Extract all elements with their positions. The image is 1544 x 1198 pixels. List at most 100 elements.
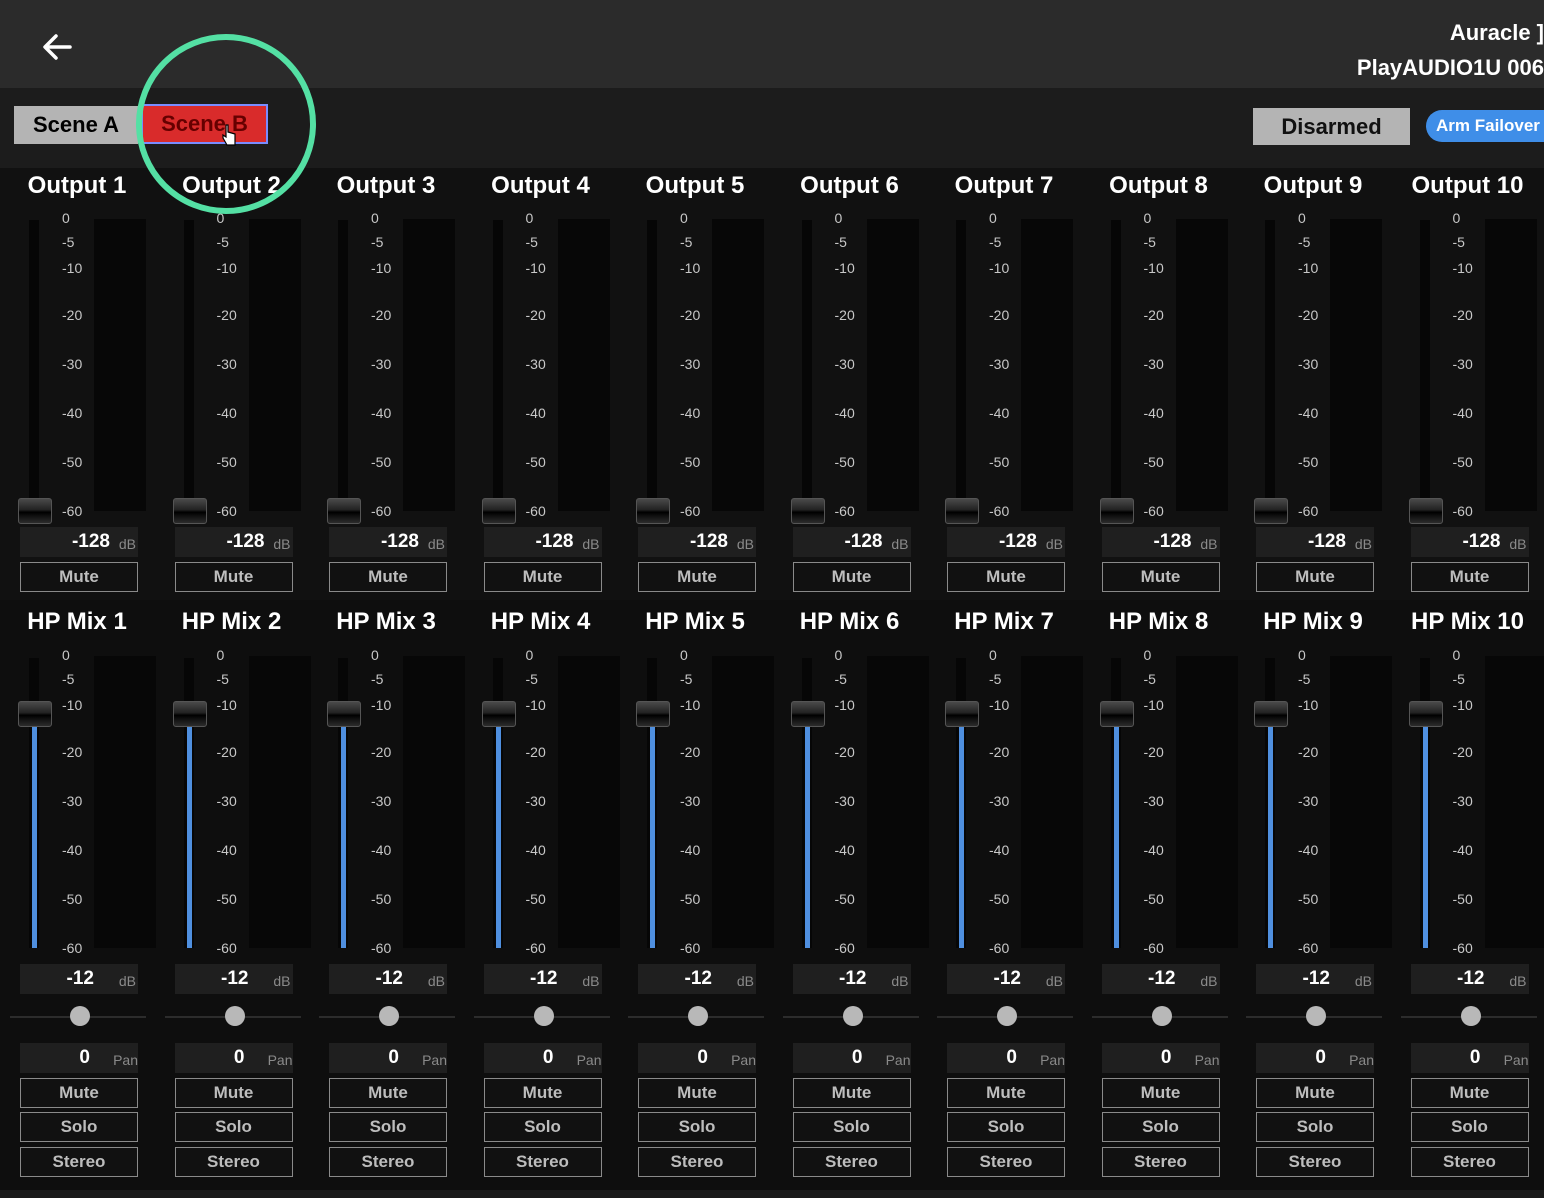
- stereo-button[interactable]: Stereo: [1101, 1147, 1220, 1177]
- stereo-button[interactable]: Stereo: [1256, 1147, 1374, 1177]
- pan-readout[interactable]: 0 Pan: [483, 1043, 602, 1073]
- solo-button[interactable]: Solo: [1101, 1112, 1220, 1142]
- mute-button[interactable]: Mute: [174, 1078, 293, 1108]
- fader-handle[interactable]: [1099, 498, 1134, 524]
- pan-slider-handle[interactable]: [842, 1006, 863, 1026]
- stereo-button[interactable]: Stereo: [792, 1147, 911, 1177]
- fader-handle[interactable]: [481, 498, 516, 524]
- back-button[interactable]: [36, 28, 80, 68]
- pan-readout[interactable]: 0 Pan: [329, 1043, 447, 1073]
- fader-handle[interactable]: [636, 701, 670, 727]
- level-readout[interactable]: -128 dB: [329, 527, 447, 557]
- mute-button[interactable]: Mute: [947, 562, 1065, 592]
- fader-handle[interactable]: [790, 498, 825, 524]
- fader-handle[interactable]: [636, 498, 670, 524]
- level-readout[interactable]: -128 dB: [20, 527, 138, 557]
- mute-button[interactable]: Mute: [1410, 562, 1529, 592]
- level-readout[interactable]: -12 dB: [20, 964, 138, 994]
- mute-button[interactable]: Mute: [20, 1078, 138, 1108]
- fader-handle[interactable]: [1254, 701, 1288, 727]
- level-readout[interactable]: -12 dB: [483, 964, 602, 994]
- mute-button[interactable]: Mute: [174, 562, 293, 592]
- mute-button[interactable]: Mute: [1256, 1078, 1374, 1108]
- pan-readout[interactable]: 0 Pan: [1410, 1043, 1529, 1073]
- fader-track[interactable]: [956, 220, 966, 510]
- level-readout[interactable]: -12 dB: [1101, 964, 1220, 994]
- level-readout[interactable]: -12 dB: [638, 964, 756, 994]
- fader-track[interactable]: [338, 220, 348, 510]
- fader-handle[interactable]: [945, 498, 979, 524]
- mute-button[interactable]: Mute: [638, 562, 756, 592]
- mute-button[interactable]: Mute: [638, 1078, 756, 1108]
- level-readout[interactable]: -128 dB: [1256, 527, 1374, 557]
- mute-button[interactable]: Mute: [1410, 1078, 1529, 1108]
- mute-button[interactable]: Mute: [329, 1078, 447, 1108]
- pan-slider-handle[interactable]: [70, 1006, 90, 1026]
- pan-slider-handle[interactable]: [1306, 1006, 1326, 1026]
- scene-b-button[interactable]: Scene B: [141, 104, 268, 144]
- solo-button[interactable]: Solo: [638, 1112, 756, 1142]
- mute-button[interactable]: Mute: [792, 1078, 911, 1108]
- fader-handle[interactable]: [18, 701, 52, 727]
- fader-track[interactable]: [183, 220, 194, 510]
- pan-readout[interactable]: 0 Pan: [1101, 1043, 1220, 1073]
- fader-track[interactable]: [492, 220, 503, 510]
- fader-track[interactable]: [1110, 220, 1121, 510]
- fader-handle[interactable]: [1254, 498, 1288, 524]
- pan-slider-handle[interactable]: [688, 1006, 708, 1026]
- mute-button[interactable]: Mute: [1101, 1078, 1220, 1108]
- mute-button[interactable]: Mute: [1256, 562, 1374, 592]
- mute-button[interactable]: Mute: [483, 562, 602, 592]
- solo-button[interactable]: Solo: [483, 1112, 602, 1142]
- scene-a-button[interactable]: Scene A: [14, 106, 138, 144]
- arm-failover-button[interactable]: Arm Failover: [1426, 110, 1544, 142]
- pan-readout[interactable]: 0 Pan: [792, 1043, 911, 1073]
- mute-button[interactable]: Mute: [329, 562, 447, 592]
- stereo-button[interactable]: Stereo: [638, 1147, 756, 1177]
- pan-readout[interactable]: 0 Pan: [174, 1043, 293, 1073]
- pan-readout[interactable]: 0 Pan: [1256, 1043, 1374, 1073]
- level-readout[interactable]: -128 dB: [638, 527, 756, 557]
- fader-track[interactable]: [647, 220, 657, 510]
- fader-handle[interactable]: [1408, 701, 1443, 727]
- pan-slider-handle[interactable]: [224, 1006, 245, 1026]
- mute-button[interactable]: Mute: [20, 562, 138, 592]
- mute-button[interactable]: Mute: [1101, 562, 1220, 592]
- fader-handle[interactable]: [327, 701, 361, 727]
- level-readout[interactable]: -12 dB: [174, 964, 293, 994]
- stereo-button[interactable]: Stereo: [947, 1147, 1065, 1177]
- solo-button[interactable]: Solo: [947, 1112, 1065, 1142]
- stereo-button[interactable]: Stereo: [483, 1147, 602, 1177]
- fader-track[interactable]: [1265, 220, 1275, 510]
- solo-button[interactable]: Solo: [329, 1112, 447, 1142]
- pan-slider-handle[interactable]: [533, 1006, 554, 1026]
- fader-handle[interactable]: [172, 498, 207, 524]
- failover-status[interactable]: Disarmed: [1253, 108, 1410, 145]
- solo-button[interactable]: Solo: [1410, 1112, 1529, 1142]
- level-readout[interactable]: -12 dB: [947, 964, 1065, 994]
- level-readout[interactable]: -12 dB: [792, 964, 911, 994]
- fader-handle[interactable]: [1408, 498, 1443, 524]
- stereo-button[interactable]: Stereo: [174, 1147, 293, 1177]
- solo-button[interactable]: Solo: [1256, 1112, 1374, 1142]
- fader-track[interactable]: [1419, 220, 1430, 510]
- fader-track[interactable]: [801, 220, 812, 510]
- fader-handle[interactable]: [945, 701, 979, 727]
- level-readout[interactable]: -12 dB: [329, 964, 447, 994]
- level-readout[interactable]: -128 dB: [483, 527, 602, 557]
- solo-button[interactable]: Solo: [174, 1112, 293, 1142]
- level-readout[interactable]: -128 dB: [792, 527, 911, 557]
- stereo-button[interactable]: Stereo: [1410, 1147, 1529, 1177]
- level-readout[interactable]: -128 dB: [1101, 527, 1220, 557]
- fader-handle[interactable]: [790, 701, 825, 727]
- stereo-button[interactable]: Stereo: [20, 1147, 138, 1177]
- mute-button[interactable]: Mute: [947, 1078, 1065, 1108]
- solo-button[interactable]: Solo: [792, 1112, 911, 1142]
- mute-button[interactable]: Mute: [792, 562, 911, 592]
- level-readout[interactable]: -128 dB: [174, 527, 293, 557]
- solo-button[interactable]: Solo: [20, 1112, 138, 1142]
- pan-readout[interactable]: 0 Pan: [20, 1043, 138, 1073]
- pan-readout[interactable]: 0 Pan: [638, 1043, 756, 1073]
- stereo-button[interactable]: Stereo: [329, 1147, 447, 1177]
- fader-handle[interactable]: [18, 498, 52, 524]
